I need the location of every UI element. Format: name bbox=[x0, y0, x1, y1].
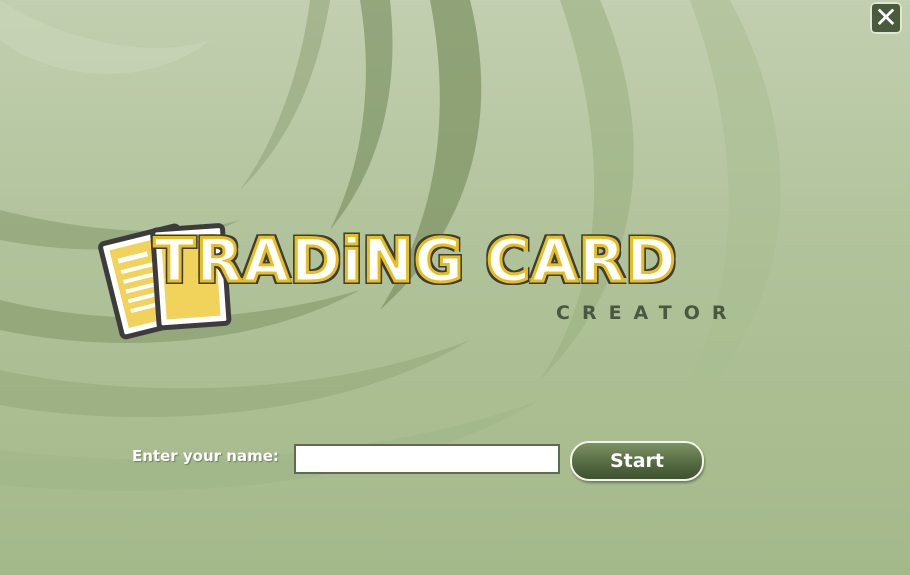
name-label: Enter your name: bbox=[132, 447, 279, 465]
close-icon: ✕ bbox=[874, 1, 898, 34]
splash-screen: ✕ TRADiNG CARD CREATOR Enter your name: … bbox=[0, 0, 910, 575]
start-button[interactable]: Start bbox=[570, 441, 704, 481]
logo: TRADiNG CARD CREATOR bbox=[96, 210, 796, 340]
close-button[interactable]: ✕ bbox=[870, 2, 902, 34]
logo-title: TRADiNG CARD bbox=[153, 225, 678, 298]
logo-subtitle: CREATOR bbox=[556, 302, 739, 324]
name-input[interactable] bbox=[294, 444, 560, 474]
